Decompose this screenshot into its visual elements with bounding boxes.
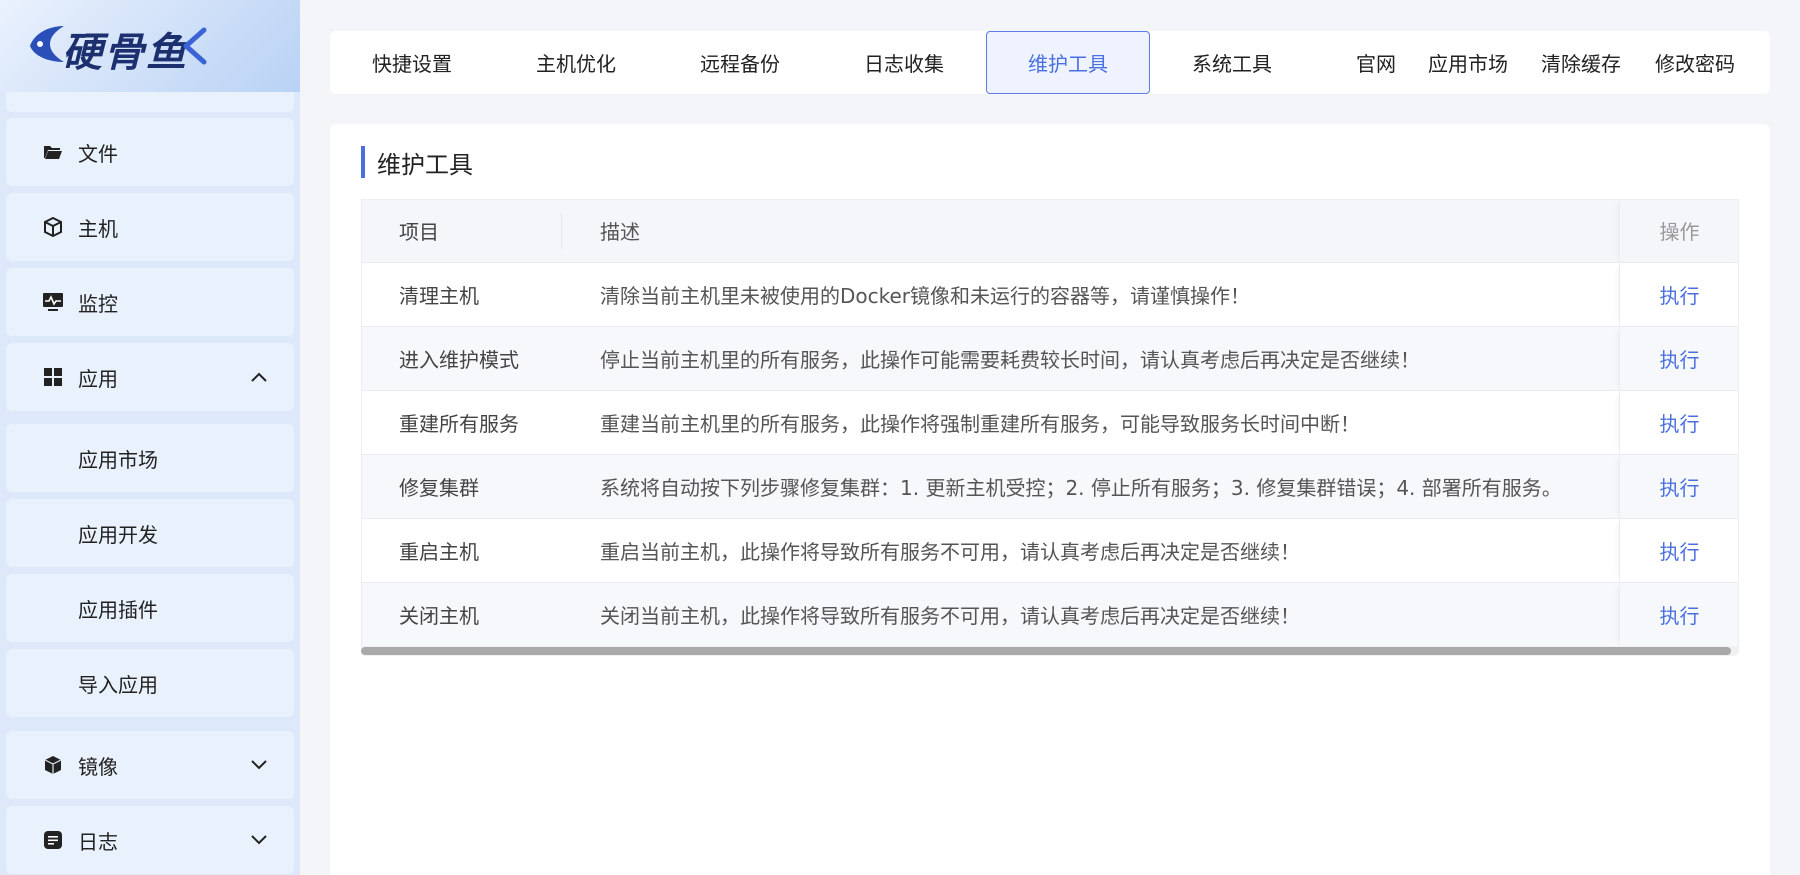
maintenance-table: 项目 描述 操作 清理主机 清除当前主机里未被使用的Docker镜像和未运行的容… [361,199,1739,649]
row-description: 清除当前主机里未被使用的Docker镜像和未运行的容器等，请谨慎操作！ [600,284,1251,308]
sidebar-item-stub [6,92,294,112]
row-action-cell: 执行 [1619,327,1739,390]
sidebar-subitem-import-app[interactable]: 导入应用 [6,649,294,717]
chevron-down-icon[interactable] [248,754,270,776]
row-description: 系统将自动按下列步骤修复集群：1. 更新主机受控；2. 停止所有服务；3. 修复… [600,476,1562,500]
tab-maintenance-tools[interactable]: 维护工具 [986,31,1150,94]
row-action-cell: 执行 [1619,519,1739,582]
sidebar-item-images[interactable]: 镜像 [6,731,294,799]
column-divider [561,213,562,249]
row-description: 重启当前主机，此操作将导致所有服务不可用，请认真考虑后再决定是否继续！ [600,540,1300,564]
row-item-name: 重启主机 [399,540,479,564]
row-action-cell: 执行 [1619,263,1739,326]
row-action-cell: 执行 [1619,391,1739,454]
sidebar-subitem-app-market[interactable]: 应用市场 [6,424,294,492]
sidebar-subitem-app-plugins[interactable]: 应用插件 [6,574,294,642]
table-row: 进入维护模式 停止当前主机里的所有服务，此操作可能需要耗费较长时间，请认真考虑后… [361,327,1739,391]
execute-button[interactable]: 执行 [1660,600,1700,629]
sidebar-item-label: 文件 [78,141,118,166]
chevron-up-icon[interactable] [248,366,270,388]
sidebar-item-monitor[interactable]: 监控 [6,268,294,336]
column-header-description: 描述 [600,220,640,244]
top-nav: 快捷设置 主机优化 远程备份 日志收集 维护工具 系统工具 官网 应用市场 清除… [330,31,1770,94]
sidebar-item-apps[interactable]: 应用 [6,343,294,411]
row-item-name: 清理主机 [399,284,479,308]
row-action-cell: 执行 [1619,583,1739,646]
logo: 硬骨鱼 [0,0,300,92]
sidebar-item-label: 应用插件 [78,597,158,622]
sidebar-item-label: 镜像 [78,754,118,779]
row-item-name: 修复集群 [399,476,479,500]
table-row: 重启主机 重启当前主机，此操作将导致所有服务不可用，请认真考虑后再决定是否继续！… [361,519,1739,583]
sidebar-item-label: 导入应用 [78,672,158,697]
sidebar-item-label: 日志 [78,829,118,854]
row-description: 停止当前主机里的所有服务，此操作可能需要耗费较长时间，请认真考虑后再决定是否继续… [600,348,1420,372]
grid-apps-icon [42,366,64,388]
row-description: 关闭当前主机，此操作将导致所有服务不可用，请认真考虑后再决定是否继续！ [600,604,1300,628]
row-item-name: 关闭主机 [399,604,479,628]
sidebar-item-label: 应用市场 [78,447,158,472]
fish-logo-icon [30,26,64,62]
sidebar-item-label: 主机 [78,216,118,241]
tab-quick-settings[interactable]: 快捷设置 [330,31,494,94]
row-item-name: 重建所有服务 [399,412,519,436]
column-header-item: 项目 [399,220,439,244]
execute-button[interactable]: 执行 [1660,344,1700,373]
sidebar-item-host[interactable]: 主机 [6,193,294,261]
table-row: 重建所有服务 重建当前主机里的所有服务，此操作将强制重建所有服务，可能导致服务长… [361,391,1739,455]
tab-remote-backup[interactable]: 远程备份 [658,31,822,94]
sidebar-item-files[interactable]: 文件 [6,118,294,186]
monitor-pulse-icon [42,291,64,313]
main-panel: 维护工具 项目 描述 操作 清理主机 清除当前主机里未被使用的Docker镜像和… [330,124,1770,875]
link-official-site[interactable]: 官网 [1356,31,1396,94]
link-app-market[interactable]: 应用市场 [1428,31,1508,94]
link-clear-cache[interactable]: 清除缓存 [1541,31,1621,94]
execute-button[interactable]: 执行 [1660,280,1700,309]
sidebar-item-label: 监控 [78,291,118,316]
table-header-row: 项目 描述 操作 [361,199,1739,263]
table-row: 修复集群 系统将自动按下列步骤修复集群：1. 更新主机受控；2. 停止所有服务；… [361,455,1739,519]
link-change-password[interactable]: 修改密码 [1655,31,1735,94]
sidebar-item-label: 应用 [78,366,118,391]
cube-host-icon [42,216,64,238]
logo-text: 硬骨鱼 [62,29,188,76]
sidebar-item-label: 应用开发 [78,522,158,547]
horizontal-scrollbar[interactable] [361,646,1739,656]
sidebar-subitem-app-dev[interactable]: 应用开发 [6,499,294,567]
sidebar: 硬骨鱼 文件 主机 监控 应用 应用市场 应用开发 应用插件 导入应用 镜像 日… [0,0,300,875]
tab-log-collect[interactable]: 日志收集 [822,31,986,94]
execute-button[interactable]: 执行 [1660,536,1700,565]
table-row: 关闭主机 关闭当前主机，此操作将导致所有服务不可用，请认真考虑后再决定是否继续！… [361,583,1739,647]
row-item-name: 进入维护模式 [399,348,519,372]
column-header-action: 操作 [1619,199,1739,262]
execute-button[interactable]: 执行 [1660,472,1700,501]
sidebar-item-logs[interactable]: 日志 [6,806,294,874]
scrollbar-thumb[interactable] [361,647,1731,655]
log-document-icon [42,829,64,851]
box-image-icon [42,754,64,776]
row-action-cell: 执行 [1619,455,1739,518]
page-title: 维护工具 [361,146,473,179]
row-description: 重建当前主机里的所有服务，此操作将强制重建所有服务，可能导致服务长时间中断！ [600,412,1360,436]
tab-host-optimize[interactable]: 主机优化 [494,31,658,94]
table-row: 清理主机 清除当前主机里未被使用的Docker镜像和未运行的容器等，请谨慎操作！… [361,263,1739,327]
fish-tail-icon [183,27,207,65]
execute-button[interactable]: 执行 [1660,408,1700,437]
tab-system-tools[interactable]: 系统工具 [1150,31,1314,94]
chevron-down-icon[interactable] [248,829,270,851]
folder-open-icon [42,141,64,163]
